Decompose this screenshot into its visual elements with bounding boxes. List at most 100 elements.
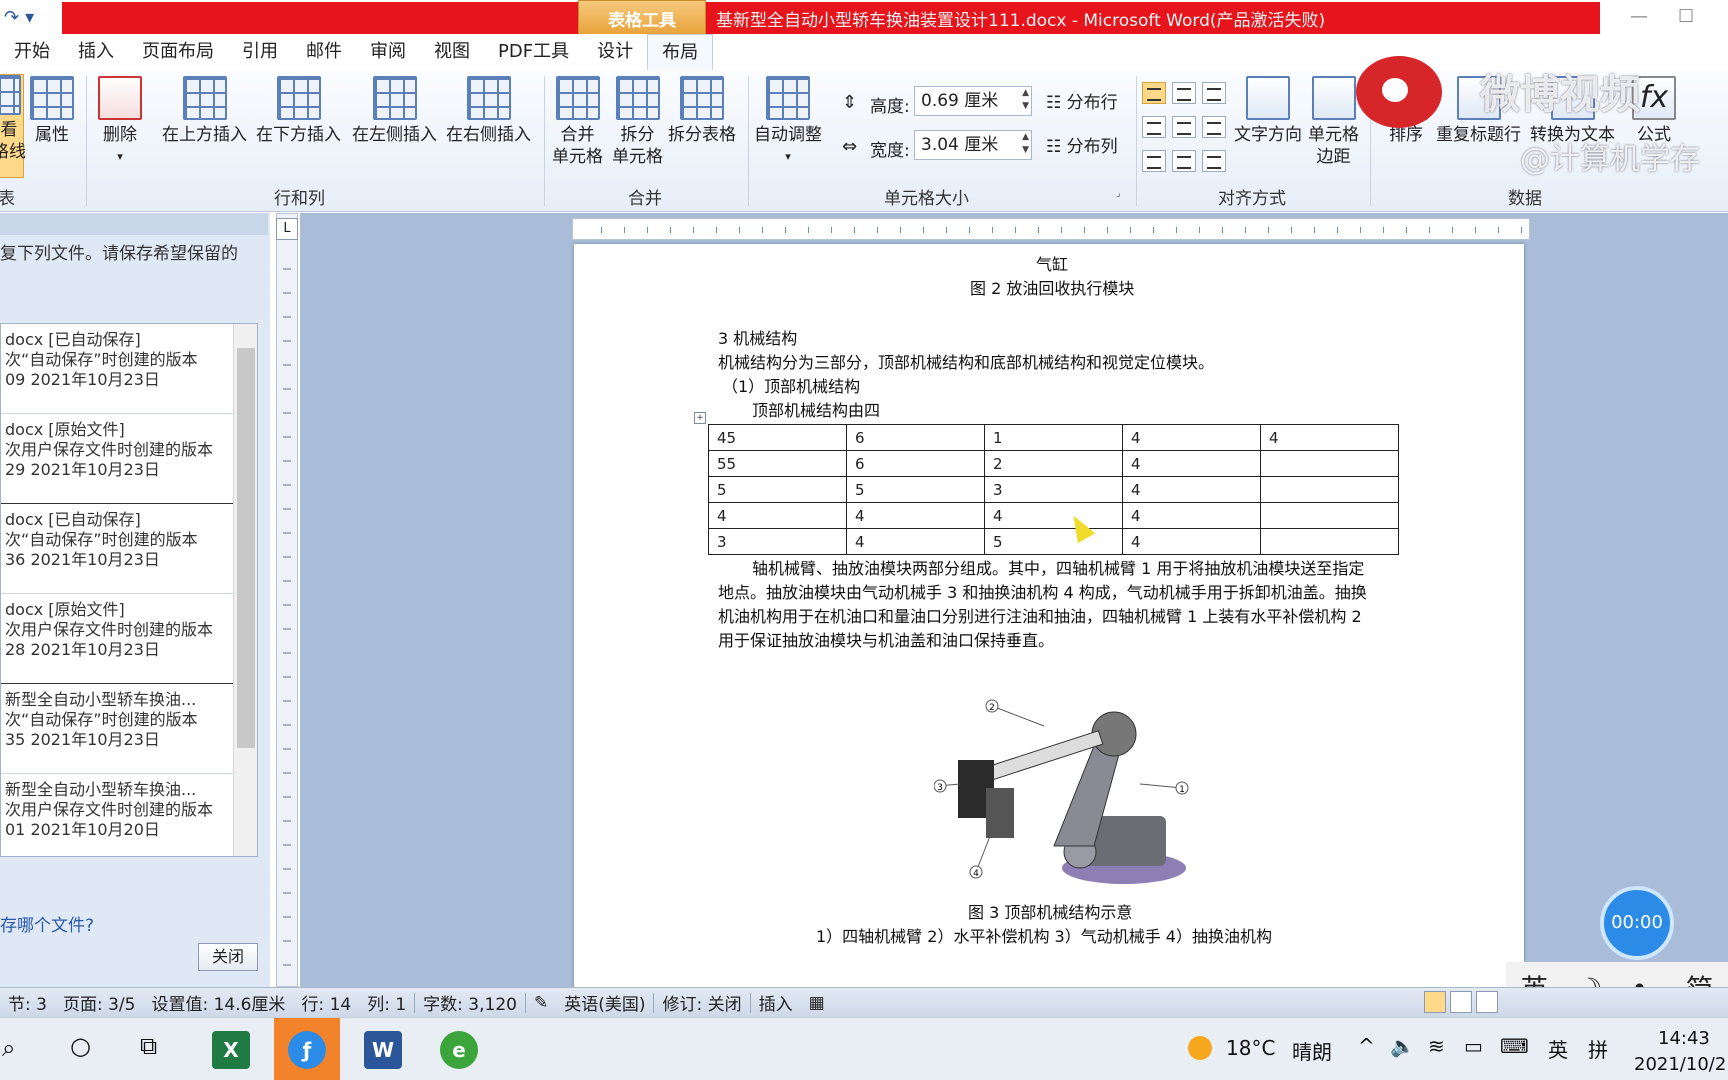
list-item[interactable]: docx [原始文件] 次用户保存文件时创建的版本 28 2021年10月23日 <box>1 594 257 684</box>
col-width-input[interactable]: 3.04 厘米 ▲ ▼ <box>914 130 1032 160</box>
list-item[interactable]: 新型全自动小型轿车换油... 次“自动保存”时创建的版本 35 2021年10月… <box>1 684 257 774</box>
align-top-left-button[interactable] <box>1142 82 1166 104</box>
tab-review[interactable]: 审阅 <box>356 34 420 70</box>
close-pane-button[interactable]: 关闭 <box>198 943 258 971</box>
table-cell[interactable]: 4 <box>708 502 847 529</box>
print-layout-view-icon[interactable] <box>1424 991 1446 1013</box>
weather-desc[interactable]: 晴朗 <box>1292 1036 1332 1065</box>
table-cell[interactable]: 6 <box>846 424 985 451</box>
table-move-handle-icon[interactable]: + <box>694 412 706 424</box>
qat-more-icon[interactable]: ▾ <box>25 7 34 28</box>
table-cell[interactable] <box>1260 450 1399 477</box>
horizontal-ruler[interactable] <box>572 218 1530 240</box>
align-top-center-button[interactable] <box>1172 82 1196 104</box>
text-direction-button[interactable]: 文字方向 <box>1234 76 1302 146</box>
proofing-icon[interactable]: ✎ <box>526 993 556 1013</box>
document-table[interactable]: 45 6 1 4 4 55 6 2 4 5 5 3 4 4 4 4 4 3 4 … <box>708 424 1399 555</box>
table-cell[interactable]: 1 <box>984 424 1123 451</box>
wifi-icon[interactable]: ≋ <box>1428 1034 1445 1058</box>
status-line[interactable]: 行: 14 <box>293 990 359 1015</box>
dialog-launcher-icon[interactable]: ⌟ <box>1116 188 1121 199</box>
scrollbar-thumb[interactable] <box>237 348 255 748</box>
status-track-changes[interactable]: 修订: 关闭 <box>654 990 749 1015</box>
align-middle-center-button[interactable] <box>1172 116 1196 138</box>
distribute-rows-button[interactable]: ☷ 分布行 <box>1046 88 1118 113</box>
taskbar-excel[interactable]: X <box>198 1018 264 1080</box>
clock-time[interactable]: 14:43 <box>1658 1028 1710 1049</box>
status-page[interactable]: 页面: 3/5 <box>55 990 144 1015</box>
tab-selector-button[interactable]: L <box>276 218 298 240</box>
split-cells-button[interactable]: 拆分 单元格 <box>612 76 663 168</box>
insert-right-button[interactable]: 在右侧插入 <box>446 76 531 146</box>
table-cell[interactable]: 4 <box>1122 424 1261 451</box>
recording-timer[interactable]: 00:00 <box>1600 886 1674 960</box>
weather-sun-icon[interactable] <box>1188 1036 1212 1060</box>
table-cell[interactable] <box>1260 476 1399 503</box>
merge-cells-button[interactable]: 合并 单元格 <box>552 76 603 168</box>
insert-left-button[interactable]: 在左侧插入 <box>352 76 437 146</box>
delete-button[interactable]: 删除 ▾ <box>98 76 142 168</box>
properties-button[interactable]: 属性 <box>30 76 74 146</box>
pane-scrollbar[interactable] <box>233 324 257 856</box>
tab-mailings[interactable]: 邮件 <box>292 34 356 70</box>
spinner-arrows-icon[interactable]: ▲ ▼ <box>1022 87 1029 113</box>
table-cell[interactable]: 4 <box>1122 476 1261 503</box>
tab-layout[interactable]: 布局 <box>647 34 714 70</box>
web-layout-view-icon[interactable] <box>1476 991 1498 1013</box>
table-cell[interactable]: 4 <box>984 502 1123 529</box>
table-cell[interactable]: 4 <box>1122 528 1261 555</box>
tab-view[interactable]: 视图 <box>420 34 484 70</box>
taskbar-ime-lang[interactable]: 英 <box>1548 1034 1568 1063</box>
pane-question-link[interactable]: 存哪个文件? <box>0 911 94 936</box>
list-item[interactable]: docx [已自动保存] 次“自动保存”时创建的版本 36 2021年10月23… <box>1 504 257 594</box>
keyboard-icon[interactable]: ⌨ <box>1500 1034 1529 1058</box>
minimize-icon[interactable]: — <box>1630 6 1648 27</box>
search-icon[interactable]: ⌕ <box>2 1034 15 1062</box>
align-top-right-button[interactable] <box>1202 82 1226 104</box>
reading-view-icon[interactable] <box>1450 991 1472 1013</box>
weather-temp[interactable]: 18°C <box>1226 1036 1275 1060</box>
table-cell[interactable]: 4 <box>846 502 985 529</box>
align-bottom-center-button[interactable] <box>1172 150 1196 172</box>
status-section[interactable]: 节: 3 <box>0 990 55 1015</box>
list-item[interactable]: docx [原始文件] 次用户保存文件时创建的版本 29 2021年10月23日 <box>1 414 257 504</box>
view-gridlines-button[interactable]: 看 格线 <box>0 74 26 178</box>
tab-home[interactable]: 开始 <box>0 34 64 70</box>
cortana-icon[interactable]: ○ <box>70 1032 91 1060</box>
table-cell[interactable]: 3 <box>708 528 847 555</box>
align-middle-left-button[interactable] <box>1142 116 1166 138</box>
status-column[interactable]: 列: 1 <box>359 990 414 1015</box>
tab-insert[interactable]: 插入 <box>64 34 128 70</box>
redo-icon[interactable]: ↷ <box>4 7 19 28</box>
table-cell[interactable]: 45 <box>708 424 847 451</box>
tab-pdf-tools[interactable]: PDF工具 <box>484 34 583 70</box>
table-cell[interactable]: 4 <box>1122 450 1261 477</box>
table-cell[interactable]: 2 <box>984 450 1123 477</box>
align-middle-right-button[interactable] <box>1202 116 1226 138</box>
taskbar-ime-mode[interactable]: 拼 <box>1588 1034 1608 1063</box>
row-height-input[interactable]: 0.69 厘米 ▲ ▼ <box>914 86 1032 116</box>
volume-icon[interactable]: 🔈 <box>1390 1034 1415 1058</box>
task-view-icon[interactable]: ⧉ <box>140 1032 157 1060</box>
status-position[interactable]: 设置值: 14.6厘米 <box>143 990 293 1015</box>
cell-margins-button[interactable]: 单元格 边距 <box>1308 76 1359 168</box>
chevron-up-icon[interactable]: ^ <box>1358 1034 1375 1058</box>
table-cell[interactable]: 4 <box>846 528 985 555</box>
tab-page-layout[interactable]: 页面布局 <box>128 34 228 70</box>
taskbar-recorder[interactable]: ƒ <box>274 1018 340 1080</box>
align-bottom-left-button[interactable] <box>1142 150 1166 172</box>
spinner-arrows-icon[interactable]: ▲ ▼ <box>1022 131 1029 157</box>
table-cell[interactable]: 3 <box>984 476 1123 503</box>
macro-record-icon[interactable]: ▦ <box>801 993 833 1013</box>
table-cell[interactable] <box>1260 502 1399 529</box>
vertical-ruler[interactable] <box>276 213 298 987</box>
status-word-count[interactable]: 字数: 3,120 <box>415 990 525 1015</box>
insert-above-button[interactable]: 在上方插入 <box>162 76 247 146</box>
list-item[interactable]: docx [已自动保存] 次“自动保存”时创建的版本 09 2021年10月23… <box>1 324 257 414</box>
align-bottom-right-button[interactable] <box>1202 150 1226 172</box>
list-item[interactable]: 新型全自动小型轿车换油... 次用户保存文件时创建的版本 01 2021年10月… <box>1 774 257 856</box>
taskbar-browser[interactable]: e <box>426 1018 492 1080</box>
clock-date[interactable]: 2021/10/2 <box>1634 1054 1726 1075</box>
table-cell[interactable]: 4 <box>1260 424 1399 451</box>
battery-icon[interactable]: ▭ <box>1464 1034 1483 1058</box>
